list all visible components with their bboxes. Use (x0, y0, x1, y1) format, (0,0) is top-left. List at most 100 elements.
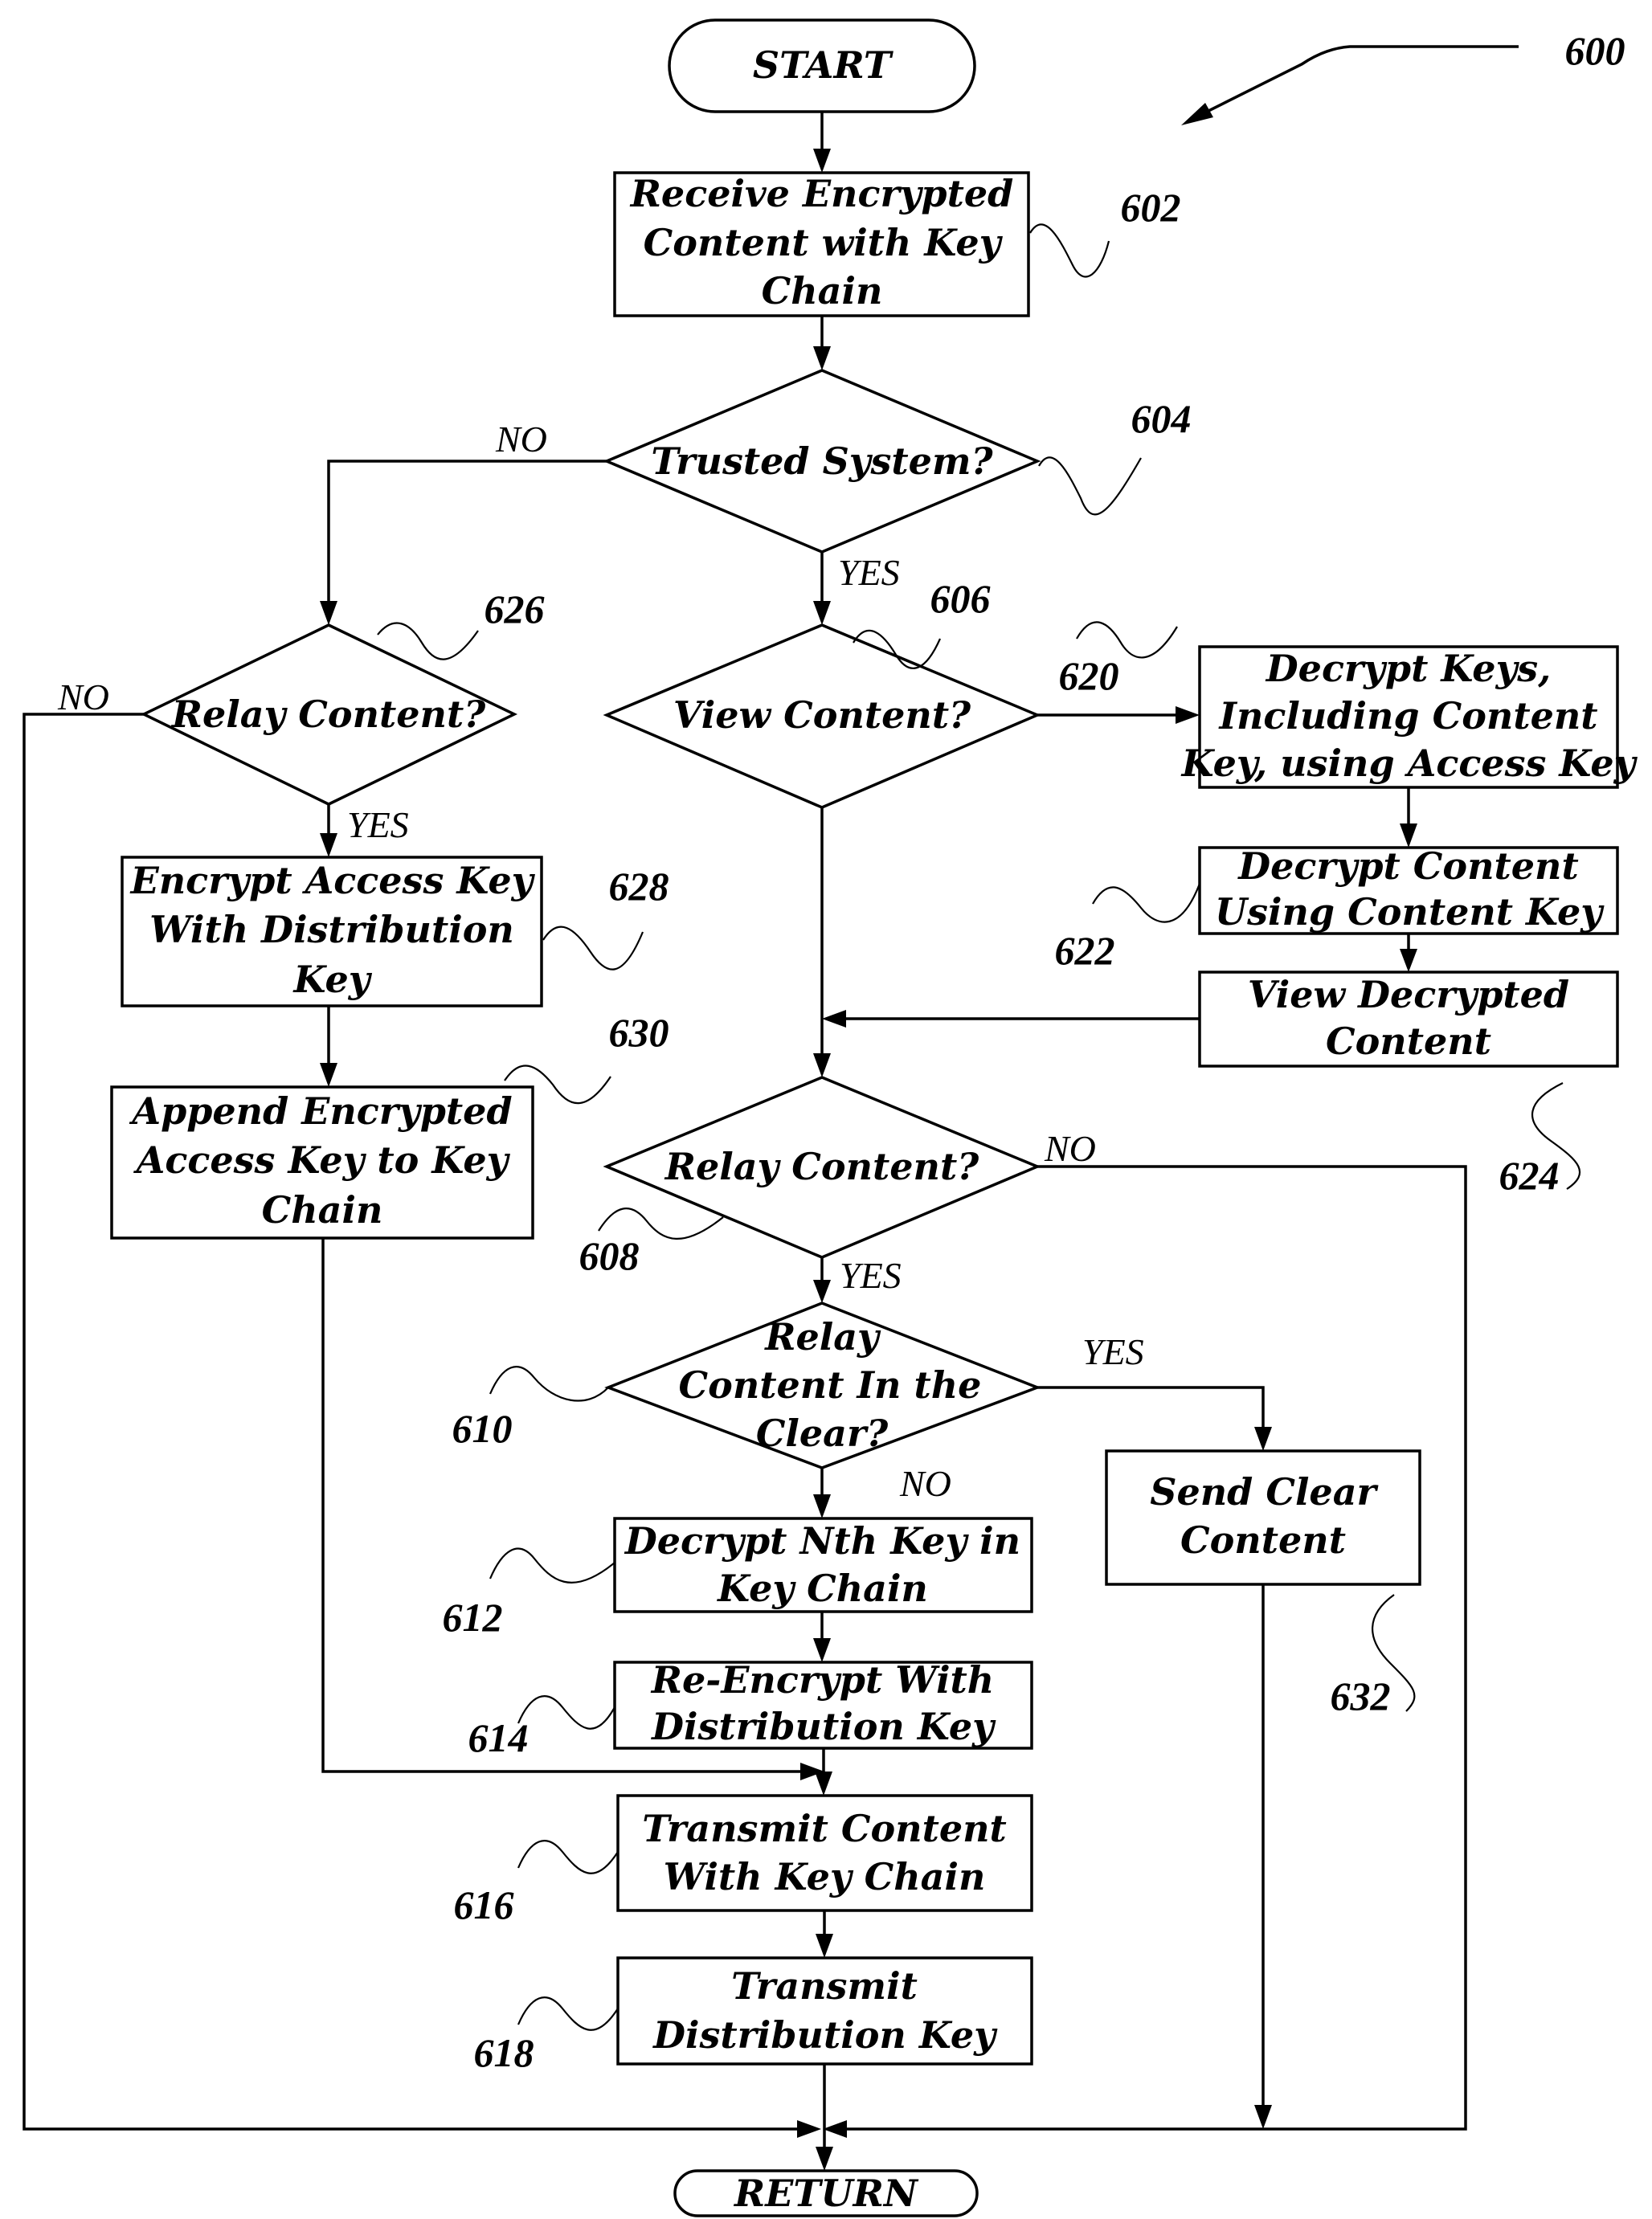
ref-squiggle-602 (1029, 223, 1110, 278)
ref-label-628: 628 (609, 864, 669, 909)
step-602-receive-encrypted-content: Receive Encrypted Content with Key Chain… (613, 171, 1181, 317)
flowchart-600: 600 START Receive Encrypted Content with… (22, 18, 1638, 2217)
arrowhead-icon (813, 1494, 831, 1518)
step-630-line-1: Append Encrypted (129, 1089, 512, 1133)
decision-608-label: Relay Content? (664, 1145, 979, 1188)
step-614-line-1: Re-Encrypt With (650, 1658, 995, 1702)
connector-610-yes-632 (1037, 1386, 1265, 1428)
ref-label-632: 632 (1331, 1673, 1391, 1718)
decision-610-line-1: Relay (763, 1315, 881, 1359)
branch-label-608-yes: YES (840, 1255, 902, 1296)
step-612-decrypt-nth-key: Decrypt Nth Key in Key Chain 612 (443, 1517, 1033, 1640)
ref-label-602: 602 (1121, 185, 1181, 230)
ref-label-620: 620 (1059, 653, 1119, 698)
step-618-line-2: Distribution Key (652, 2013, 998, 2057)
decision-604-trusted-system: Trusted System? 604 (603, 369, 1192, 554)
figure-reference-arrowhead-icon (1181, 103, 1213, 125)
ref-squiggle-610 (489, 1366, 609, 1402)
arrowhead-icon (813, 1053, 831, 1077)
step-622-decrypt-content: Decrypt Content Using Content Key 622 (1055, 844, 1619, 973)
branch-label-604-yes: YES (838, 552, 900, 593)
branch-label-610-no: NO (899, 1463, 951, 1504)
ref-label-614: 614 (468, 1715, 529, 1760)
step-614-line-2: Distribution Key (650, 1705, 996, 1748)
decision-606-label: View Content? (673, 693, 971, 737)
step-620-decrypt-keys: Decrypt Keys, Including Content Key, usi… (1059, 621, 1638, 789)
step-624-line-2: Content (1326, 1020, 1491, 1063)
ref-squiggle-618 (517, 1996, 619, 2031)
arrowhead-icon (1176, 706, 1200, 724)
arrowhead-icon (813, 346, 831, 370)
ref-label-616: 616 (454, 1882, 514, 1927)
return-label: RETURN (733, 2172, 919, 2215)
ref-squiggle-628 (542, 926, 644, 971)
branch-label-608-no: NO (1044, 1128, 1096, 1169)
ref-label-608: 608 (579, 1233, 640, 1278)
decision-608-relay-content: Relay Content? 608 (579, 1076, 1041, 1278)
step-620-line-1: Decrypt Keys, (1265, 647, 1551, 690)
step-632-line-1: Send Clear (1150, 1470, 1379, 1514)
figure-reference-label: 600 (1565, 28, 1625, 73)
branch-label-626-no: NO (57, 676, 109, 717)
step-630-append-encrypted-access-key: Append Encrypted Access Key to Key Chain… (110, 1010, 669, 1240)
arrowhead-icon (1254, 2105, 1272, 2129)
arrowhead-icon (822, 1010, 846, 1028)
step-602-line-1: Receive Encrypted (629, 172, 1014, 215)
step-620-line-2: Including Content (1217, 694, 1597, 738)
connector-604-no-626 (327, 460, 607, 604)
step-602-line-2: Content with Key (644, 221, 1004, 264)
step-612-line-1: Decrypt Nth Key in (624, 1519, 1020, 1563)
start-label: START (753, 43, 894, 87)
figure-reference-600: 600 (1181, 28, 1625, 125)
ref-label-622: 622 (1055, 928, 1115, 973)
branch-label-604-no: NO (495, 419, 547, 460)
step-618-line-1: Transmit (731, 1964, 918, 2008)
branch-label-626-yes: YES (347, 804, 409, 845)
step-632-line-2: Content (1180, 1518, 1346, 1562)
figure-reference-leader (1188, 45, 1519, 122)
decision-610-line-2: Content In the (679, 1363, 982, 1407)
step-614-re-encrypt: Re-Encrypt With Distribution Key 614 (468, 1658, 1033, 1760)
step-622-line-2: Using Content Key (1215, 890, 1605, 934)
step-616-line-2: With Key Chain (664, 1855, 986, 1898)
step-602-line-3: Chain (762, 269, 883, 313)
step-628-encrypt-access-key: Encrypt Access Key With Distribution Key… (121, 856, 669, 1007)
decision-626-label: Relay Content? (170, 693, 486, 736)
arrowhead-icon (797, 2120, 821, 2138)
ref-label-630: 630 (609, 1010, 669, 1055)
ref-label-618: 618 (474, 2030, 534, 2075)
ref-squiggle-614 (517, 1695, 615, 1730)
ref-label-606: 606 (930, 576, 991, 621)
ref-squiggle-626 (377, 622, 479, 660)
arrowhead-icon (813, 601, 831, 625)
arrowhead-icon (823, 2120, 847, 2138)
step-620-line-3: Key, using Access Key (1180, 742, 1638, 785)
decision-626-relay-content: Relay Content? 626 (140, 586, 545, 806)
step-630-line-2: Access Key to Key (133, 1138, 511, 1182)
arrowhead-icon (320, 601, 337, 625)
ref-squiggle-622 (1092, 883, 1201, 923)
arrowhead-icon (813, 149, 831, 173)
step-624-view-decrypted-content: View Decrypted Content 624 (1198, 971, 1619, 1198)
ref-squiggle-604 (1038, 456, 1142, 516)
step-612-line-2: Key Chain (716, 1567, 928, 1610)
ref-squiggle-620 (1076, 621, 1178, 659)
step-618-transmit-distribution-key: Transmit Distribution Key 618 (474, 1956, 1033, 2075)
ref-label-624: 624 (1499, 1153, 1560, 1198)
step-624-line-1: View Decrypted (1248, 973, 1569, 1016)
decision-604-label: Trusted System? (651, 439, 993, 483)
arrowhead-icon (320, 833, 337, 857)
decision-610-relay-in-clear: Relay Content In the Clear? 610 (452, 1302, 1041, 1469)
step-622-line-1: Decrypt Content (1237, 844, 1579, 888)
branch-label-610-yes: YES (1082, 1331, 1144, 1372)
arrowhead-icon (815, 1772, 832, 1796)
arrowhead-icon (816, 1934, 833, 1958)
arrowhead-icon (813, 1280, 831, 1303)
return-terminator: RETURN (673, 2169, 979, 2217)
ref-label-610: 610 (452, 1406, 513, 1451)
step-628-line-2: With Distribution (149, 908, 514, 951)
step-616-transmit-content: Transmit Content With Key Chain 616 (454, 1794, 1033, 1927)
arrowhead-icon (816, 2147, 833, 2171)
start-terminator: START (668, 18, 976, 113)
step-616-line-1: Transmit Content (642, 1807, 1007, 1850)
